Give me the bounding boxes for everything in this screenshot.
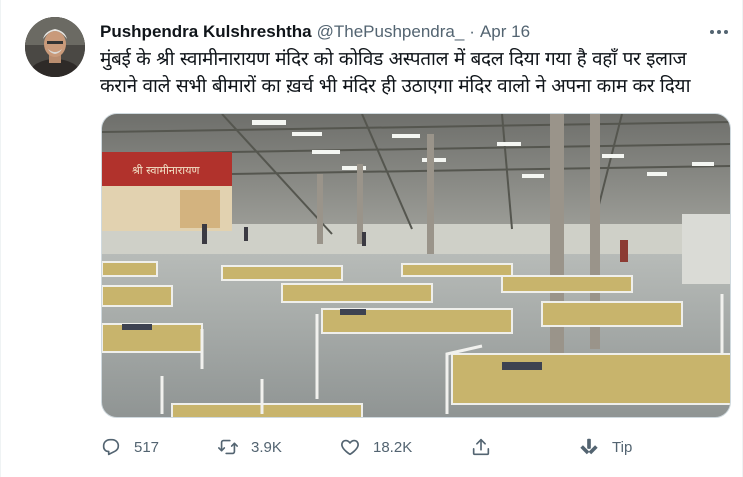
retweet-count: 3.9K	[251, 438, 282, 456]
author-name[interactable]: Pushpendra Kulshreshtha	[100, 22, 312, 42]
tweet-text: मुंबई के श्री स्वामीनारायण मंदिर को कोवि…	[100, 46, 740, 100]
tip-label: Tip	[612, 438, 633, 456]
like-icon	[341, 439, 359, 456]
avatar[interactable]	[25, 17, 85, 77]
tweet-text-line-2: कराने वाले सभी बीमारों का ख़र्च भी मंदिर…	[100, 75, 691, 97]
avatar-image	[25, 17, 85, 77]
tweet-photo[interactable]: श्री स्वामीनारायण	[101, 113, 731, 418]
share-button[interactable]	[470, 432, 492, 462]
like-count: 18.2K	[373, 438, 413, 456]
retweet-button[interactable]: 3.9K	[217, 432, 282, 462]
like-button[interactable]: 18.2K	[339, 432, 412, 462]
reply-icon	[102, 438, 120, 456]
tweet-text-line-1: मुंबई के श्री स्वामीनारायण मंदिर को कोवि…	[100, 48, 687, 70]
tweet-header: Pushpendra Kulshreshtha @ThePushpendra_ …	[100, 20, 530, 44]
hospital-ward-photo: श्री स्वामीनारायण	[102, 114, 730, 417]
reply-count: 517	[134, 438, 160, 456]
banner-text: श्री स्वामीनारायण	[132, 164, 200, 177]
author-handle[interactable]: @ThePushpendra_	[317, 22, 465, 42]
tweet-actions: 517 3.9K 18.2K Tip	[100, 432, 660, 462]
tweet-card[interactable]: Pushpendra Kulshreshtha @ThePushpendra_ …	[0, 0, 743, 477]
reply-button[interactable]: 517	[100, 432, 159, 462]
retweet-icon	[218, 439, 238, 455]
tweet-date[interactable]: Apr 16	[480, 22, 530, 42]
tip-button[interactable]: Tip	[578, 432, 632, 462]
share-icon	[472, 438, 490, 456]
separator-dot: ·	[469, 22, 475, 41]
more-icon[interactable]	[708, 21, 730, 43]
tip-icon	[580, 438, 598, 455]
